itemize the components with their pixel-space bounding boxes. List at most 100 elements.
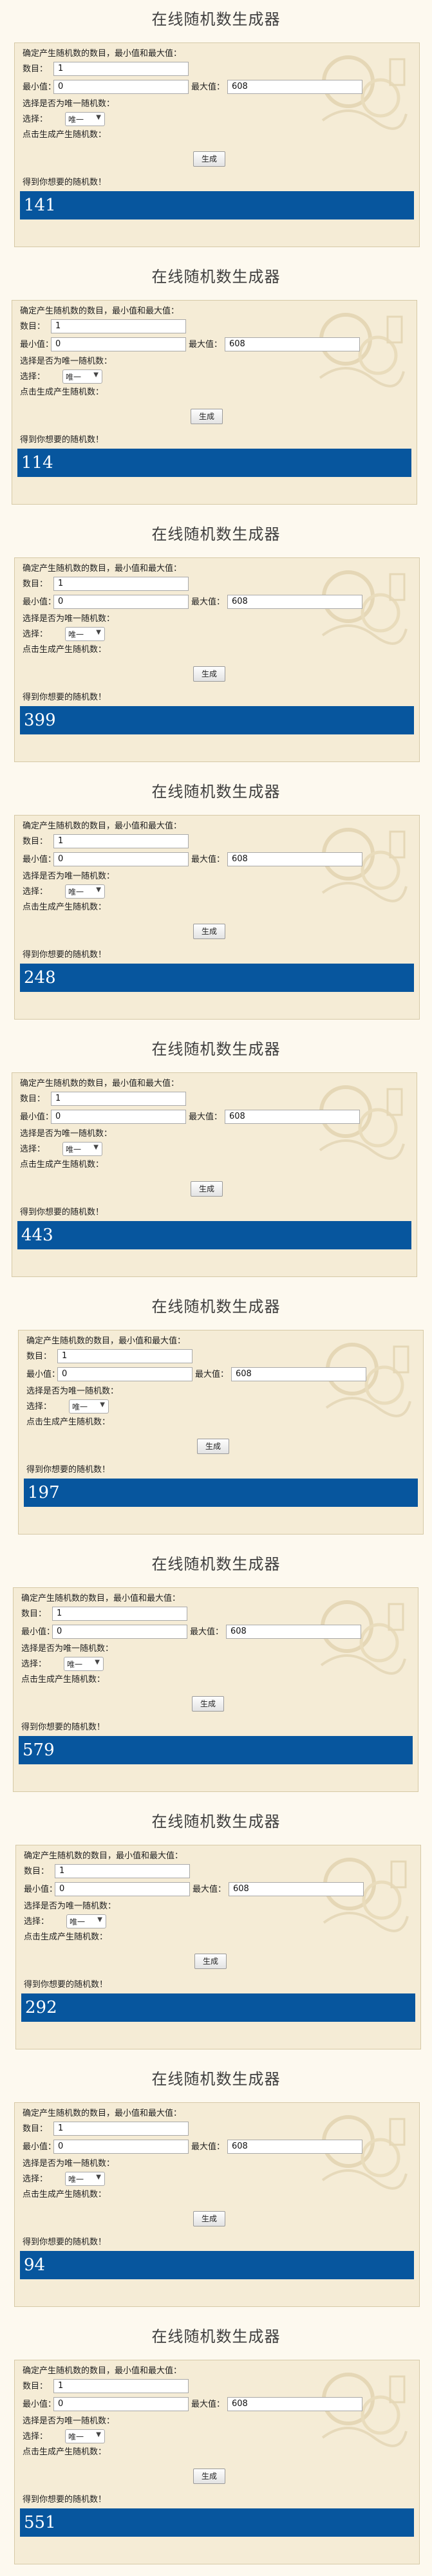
select-label: 选择： (24, 1917, 50, 1927)
min-label: 最小值： (23, 2400, 57, 2409)
count-label: 数目： (23, 579, 48, 589)
count-input[interactable]: 1 (55, 1864, 190, 1878)
select-label: 选择： (20, 1144, 46, 1154)
unique-select[interactable]: 唯一 ▼ (65, 2429, 105, 2443)
page-title: 在线随机数生成器 (151, 1555, 281, 1573)
min-input[interactable]: 0 (57, 1367, 193, 1381)
generator-section: 在线随机数生成器 确定产生随机数的数目，最小值和最大值： 数目： 1 最小值： … (0, 1802, 432, 2060)
min-input[interactable]: 0 (53, 2397, 189, 2411)
page-title: 在线随机数生成器 (151, 2328, 281, 2346)
max-input[interactable]: 608 (226, 1625, 361, 1639)
page-title: 在线随机数生成器 (151, 10, 281, 28)
max-input[interactable]: 608 (227, 80, 362, 94)
max-label: 最大值： (193, 1885, 227, 1894)
unique-select[interactable]: 唯一 ▼ (65, 112, 105, 126)
generate-button[interactable]: 生成 (193, 924, 225, 939)
generate-button[interactable]: 生成 (193, 2469, 225, 2484)
unique-select-value: 唯一 (68, 630, 84, 639)
result-value: 114 (17, 449, 411, 477)
min-label: 最小值： (23, 2142, 57, 2152)
unique-select[interactable]: 唯一 ▼ (65, 2172, 105, 2186)
generator-section: 在线随机数生成器 确定产生随机数的数目，最小值和最大值： 数目： 1 最小值： … (0, 772, 432, 1030)
unique-select[interactable]: 唯一 ▼ (64, 1657, 104, 1671)
max-label: 最大值： (189, 340, 223, 350)
max-input[interactable]: 608 (229, 1882, 364, 1896)
unique-select[interactable]: 唯一 ▼ (62, 369, 102, 384)
result-label: 得到你想要的随机数！ (26, 1465, 111, 1475)
generator-panel: 确定产生随机数的数目，最小值和最大值： 数目： 1 最小值： 0 最大值： 60… (13, 1587, 418, 1792)
generator-section: 在线随机数生成器 确定产生随机数的数目，最小值和最大值： 数目： 1 最小值： … (0, 2317, 432, 2575)
unique-select[interactable]: 唯一 ▼ (66, 1914, 106, 1928)
min-input[interactable]: 0 (53, 852, 189, 866)
generate-button[interactable]: 生成 (192, 1696, 224, 1712)
instructions-text: 确定产生随机数的数目，最小值和最大值： (24, 1851, 183, 1861)
result-label: 得到你想要的随机数！ (23, 2495, 107, 2505)
count-input[interactable]: 1 (53, 2379, 189, 2393)
generate-button[interactable]: 生成 (191, 1181, 223, 1197)
select-label: 选择： (26, 1402, 52, 1412)
max-input[interactable]: 608 (227, 2140, 362, 2154)
generate-button[interactable]: 生成 (191, 409, 223, 424)
generator-panel: 确定产生随机数的数目，最小值和最大值： 数目： 1 最小值： 0 最大值： 60… (15, 1845, 421, 2049)
max-input[interactable]: 608 (225, 1110, 360, 1124)
max-input[interactable]: 608 (227, 595, 362, 609)
max-input[interactable]: 608 (225, 337, 360, 351)
generator-panel: 确定产生随机数的数目，最小值和最大值： 数目： 1 最小值： 0 最大值： 60… (14, 2360, 420, 2564)
generate-button[interactable]: 生成 (197, 1439, 229, 1454)
result-label: 得到你想要的随机数！ (23, 2237, 107, 2247)
unique-select[interactable]: 唯一 ▼ (65, 884, 105, 899)
count-input[interactable]: 1 (53, 834, 189, 848)
max-input[interactable]: 608 (231, 1367, 366, 1381)
count-input[interactable]: 1 (53, 62, 189, 76)
count-input[interactable]: 1 (52, 1607, 187, 1621)
unique-prompt: 选择是否为唯一随机数： (23, 2416, 115, 2426)
min-label: 最小值： (26, 1370, 61, 1379)
generate-prompt: 点击生成产生随机数： (21, 1675, 106, 1685)
generate-button[interactable]: 生成 (193, 2211, 225, 2226)
chevron-down-icon: ▼ (93, 371, 99, 378)
min-label: 最小值： (23, 597, 57, 607)
instructions-text: 确定产生随机数的数目，最小值和最大值： (23, 49, 182, 59)
count-input[interactable]: 1 (53, 2122, 189, 2136)
unique-prompt: 选择是否为唯一随机数： (20, 357, 113, 366)
generator-panel: 确定产生随机数的数目，最小值和最大值： 数目： 1 最小值： 0 最大值： 60… (14, 42, 420, 247)
generate-prompt: 点击生成产生随机数： (23, 2447, 107, 2457)
min-input[interactable]: 0 (53, 595, 189, 609)
page-title: 在线随机数生成器 (151, 525, 281, 543)
unique-select[interactable]: 唯一 ▼ (65, 627, 105, 641)
unique-prompt: 选择是否为唯一随机数： (23, 99, 115, 109)
generator-section: 在线随机数生成器 确定产生随机数的数目，最小值和最大值： 数目： 1 最小值： … (0, 1545, 432, 1802)
min-input[interactable]: 0 (51, 337, 186, 351)
max-input[interactable]: 608 (227, 2397, 362, 2411)
unique-select[interactable]: 唯一 ▼ (69, 1399, 109, 1414)
unique-select-value: 唯一 (66, 1145, 82, 1154)
min-input[interactable]: 0 (53, 2140, 189, 2154)
min-input[interactable]: 0 (55, 1882, 190, 1896)
generate-button[interactable]: 生成 (193, 151, 225, 167)
count-input[interactable]: 1 (51, 319, 186, 333)
count-input[interactable]: 1 (53, 577, 189, 591)
result-value: 399 (20, 706, 414, 734)
instructions-text: 确定产生随机数的数目，最小值和最大值： (20, 306, 180, 316)
instructions-text: 确定产生随机数的数目，最小值和最大值： (21, 1594, 181, 1603)
min-input[interactable]: 0 (51, 1110, 186, 1124)
instructions-text: 确定产生随机数的数目，最小值和最大值： (26, 1336, 186, 1346)
unique-select-value: 唯一 (67, 1660, 83, 1669)
count-input[interactable]: 1 (57, 1349, 193, 1363)
page-title: 在线随机数生成器 (151, 1813, 281, 1831)
unique-select-value: 唯一 (68, 2175, 84, 2184)
generator-section: 在线随机数生成器 确定产生随机数的数目，最小值和最大值： 数目： 1 最小值： … (0, 1030, 432, 1287)
page-title: 在线随机数生成器 (151, 2070, 281, 2088)
result-value: 292 (21, 1993, 415, 2022)
generate-button[interactable]: 生成 (194, 1954, 227, 1969)
max-input[interactable]: 608 (227, 852, 362, 866)
generate-prompt: 点击生成产生随机数： (26, 1417, 111, 1427)
min-input[interactable]: 0 (53, 80, 189, 94)
min-label: 最小值： (24, 1885, 58, 1894)
generate-button[interactable]: 生成 (193, 666, 225, 682)
unique-select[interactable]: 唯一 ▼ (62, 1142, 102, 1156)
max-label: 最大值： (191, 855, 225, 864)
min-input[interactable]: 0 (52, 1625, 187, 1639)
count-label: 数目： (23, 837, 48, 846)
count-input[interactable]: 1 (51, 1092, 186, 1106)
